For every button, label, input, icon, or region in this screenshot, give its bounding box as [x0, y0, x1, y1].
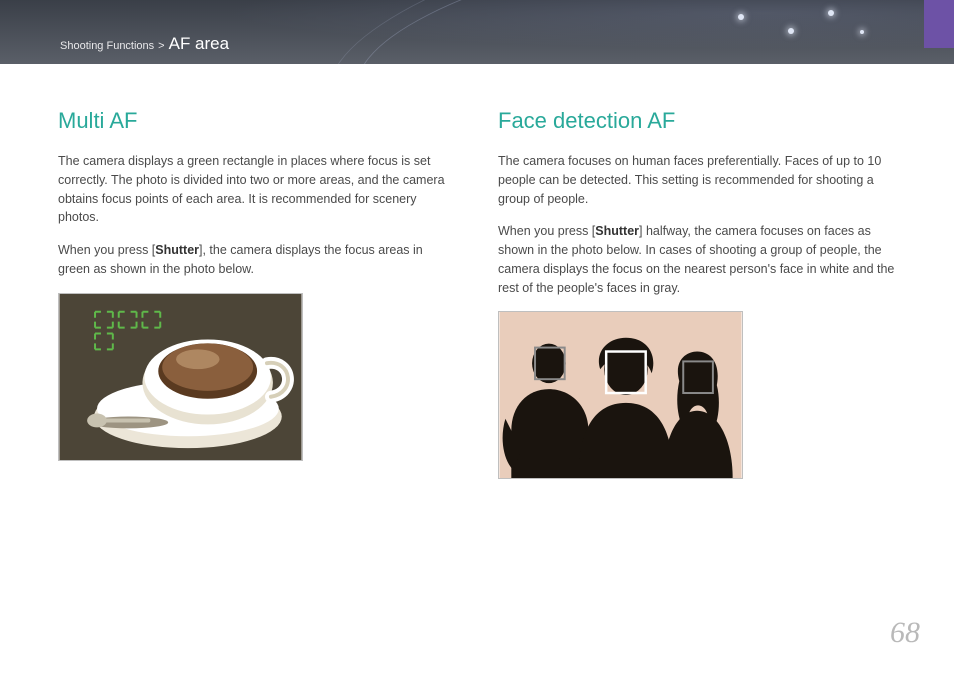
- illustration-multi-af: [58, 293, 303, 461]
- sparkle-icon: [738, 14, 744, 20]
- sparkle-icon: [788, 28, 794, 34]
- header-curve-2: [311, 0, 954, 64]
- paragraph: When you press [Shutter] halfway, the ca…: [498, 222, 896, 297]
- page-number: 68: [890, 616, 920, 650]
- paragraph: The camera focuses on human faces prefer…: [498, 152, 896, 208]
- page-header: Shooting Functions > AF area: [0, 0, 954, 64]
- breadcrumb-sep: >: [158, 40, 164, 52]
- text-shutter: Shutter: [595, 224, 639, 238]
- text: When you press [: [498, 224, 595, 238]
- sparkle-icon: [828, 10, 834, 16]
- page-content: Multi AF The camera displays a green rec…: [0, 64, 954, 479]
- paragraph: When you press [Shutter], the camera dis…: [58, 241, 456, 279]
- breadcrumb-section: AF area: [169, 34, 229, 54]
- heading-multi-af: Multi AF: [58, 108, 456, 134]
- column-left: Multi AF The camera displays a green rec…: [58, 108, 456, 479]
- sparkle-icon: [860, 30, 864, 34]
- heading-face-detection-af: Face detection AF: [498, 108, 896, 134]
- illustration-face-detection: [498, 311, 743, 479]
- breadcrumb: Shooting Functions > AF area: [60, 34, 229, 54]
- text-shutter: Shutter: [155, 243, 199, 257]
- paragraph: The camera displays a green rectangle in…: [58, 152, 456, 227]
- text: When you press [: [58, 243, 155, 257]
- section-tab: [924, 0, 954, 48]
- column-right: Face detection AF The camera focuses on …: [498, 108, 896, 479]
- breadcrumb-parent: Shooting Functions: [60, 40, 154, 52]
